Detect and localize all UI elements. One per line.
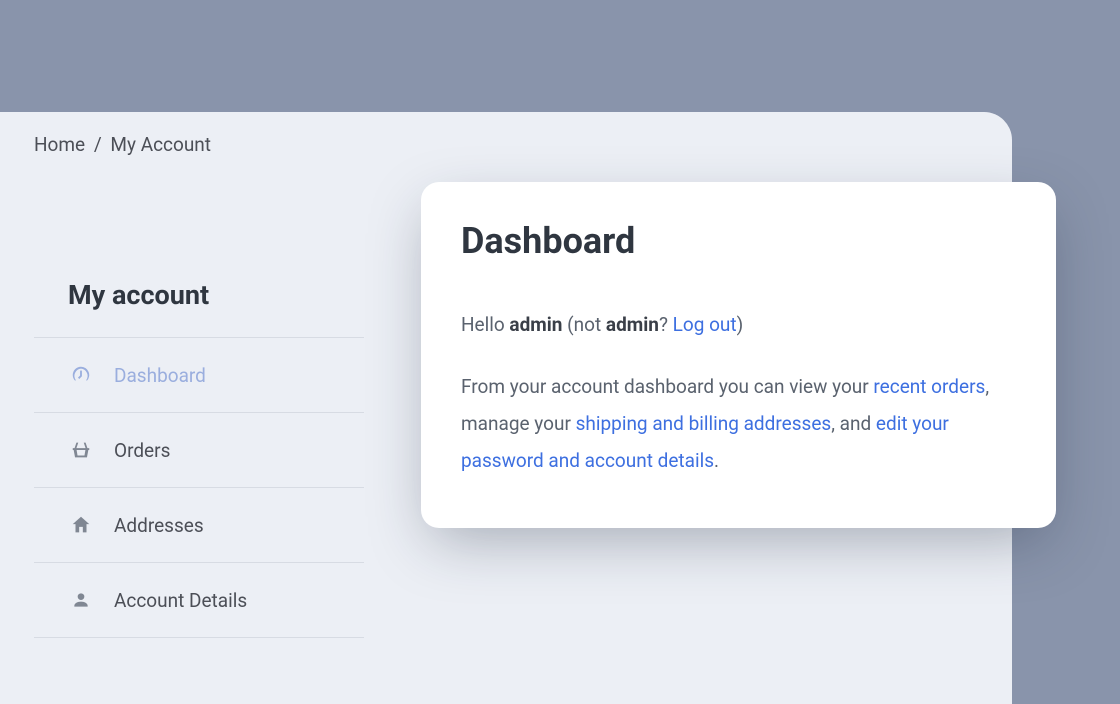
basket-icon bbox=[68, 437, 94, 463]
card-title: Dashboard bbox=[461, 220, 1016, 262]
nav-list: Dashboard Orders Addresses Account Detai… bbox=[34, 338, 364, 638]
nav-item-addresses[interactable]: Addresses bbox=[34, 488, 364, 563]
desc-part1: From your account dashboard you can view… bbox=[461, 375, 873, 398]
greeting-not-suffix: ? bbox=[659, 313, 673, 336]
dashboard-icon bbox=[68, 362, 94, 388]
greeting-user2: admin bbox=[606, 313, 659, 336]
nav-label: Addresses bbox=[114, 514, 204, 537]
sidebar-title: My account bbox=[34, 279, 364, 338]
desc-part4: . bbox=[714, 449, 719, 472]
user-icon bbox=[68, 587, 94, 613]
sidebar: My account Dashboard Orders Addresses bbox=[34, 251, 364, 638]
nav-label: Account Details bbox=[114, 589, 247, 612]
logout-link[interactable]: Log out bbox=[673, 313, 737, 336]
nav-label: Dashboard bbox=[114, 364, 206, 387]
nav-label: Orders bbox=[114, 439, 170, 462]
breadcrumb-current: My Account bbox=[110, 133, 211, 156]
nav-item-account-details[interactable]: Account Details bbox=[34, 563, 364, 638]
dashboard-description: From your account dashboard you can view… bbox=[461, 368, 1016, 479]
breadcrumb-home[interactable]: Home bbox=[34, 133, 85, 156]
recent-orders-link[interactable]: recent orders bbox=[873, 375, 985, 398]
nav-item-orders[interactable]: Orders bbox=[34, 413, 364, 488]
breadcrumb: Home / My Account bbox=[34, 133, 211, 156]
desc-part3: , and bbox=[831, 412, 876, 435]
greeting-close-paren: ) bbox=[737, 313, 744, 336]
breadcrumb-separator: / bbox=[94, 133, 102, 156]
greeting-user: admin bbox=[509, 313, 562, 336]
dashboard-card: Dashboard Hello admin (not admin? Log ou… bbox=[421, 182, 1056, 528]
greeting-hello: Hello bbox=[461, 313, 509, 336]
greeting-not-prefix: (not bbox=[562, 313, 605, 336]
addresses-link[interactable]: shipping and billing addresses bbox=[576, 412, 832, 435]
greeting-text: Hello admin (not admin? Log out) bbox=[461, 310, 1016, 340]
house-icon bbox=[68, 512, 94, 538]
nav-item-dashboard[interactable]: Dashboard bbox=[34, 338, 364, 413]
